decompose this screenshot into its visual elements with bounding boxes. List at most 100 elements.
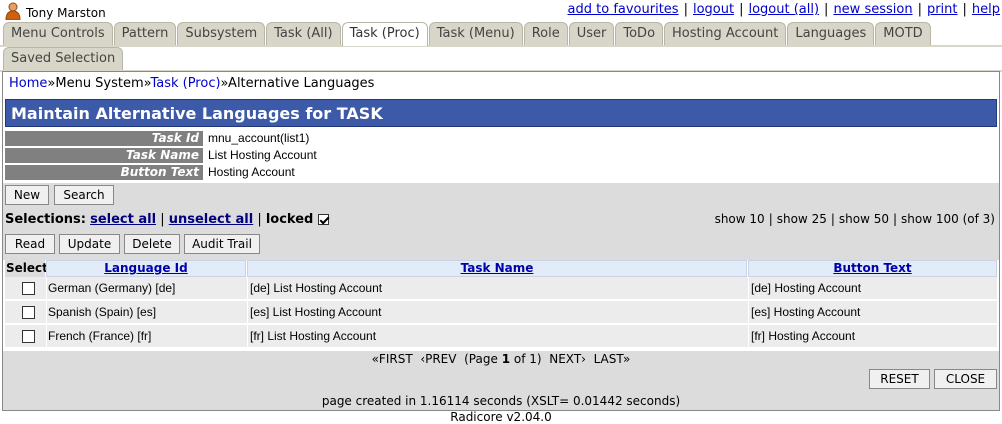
tab-row-2: Saved Selection	[3, 47, 124, 71]
user-name: Tony Marston	[26, 6, 106, 20]
tab-motd[interactable]: MOTD	[875, 22, 931, 45]
cell-button-text: [es] Hosting Account	[751, 305, 861, 319]
cell-divider	[748, 301, 749, 324]
tab-task-all[interactable]: Task (All)	[266, 22, 341, 45]
tab-pattern[interactable]: Pattern	[113, 22, 177, 45]
detail-button-text: Button Text Hosting Account	[5, 165, 997, 181]
column-header-task-name: Task Name	[247, 260, 747, 277]
tab-role[interactable]: Role	[523, 22, 568, 45]
new-button[interactable]: New	[5, 185, 49, 205]
record-count: (of 3)	[962, 212, 995, 226]
selections-bar: Selections: select all | unselect all | …	[3, 207, 999, 231]
tab-subsystem[interactable]: Subsystem	[177, 22, 266, 45]
cell-divider	[748, 325, 749, 348]
last-page-link[interactable]: LAST»	[594, 352, 631, 366]
detail-label: Task Name	[5, 148, 203, 163]
page-of-label: of	[513, 352, 526, 366]
cell-divider	[247, 301, 248, 324]
sort-language-id-link[interactable]: Language Id	[104, 261, 187, 275]
close-button[interactable]: CLOSE	[934, 369, 997, 389]
tab-user[interactable]: User	[568, 22, 615, 45]
breadcrumb-home[interactable]: Home	[9, 76, 47, 91]
cell-task-name: [fr] List Hosting Account	[250, 329, 377, 343]
cell-divider	[46, 301, 47, 324]
detail-label: Task Id	[5, 131, 203, 146]
table-row[interactable]: French (France) [fr] [fr] List Hosting A…	[5, 325, 997, 348]
breadcrumb-task-proc[interactable]: Task (Proc)	[150, 76, 220, 91]
tab-todo[interactable]: ToDo	[615, 22, 664, 45]
table-row[interactable]: German (Germany) [de] [de] List Hosting …	[5, 277, 997, 300]
cell-language: Spanish (Spain) [es]	[48, 305, 157, 319]
prev-page-link[interactable]: ‹PREV	[420, 352, 456, 366]
cell-language: French (France) [fr]	[48, 329, 152, 343]
new-session-link[interactable]: new session	[833, 2, 912, 17]
logout-link[interactable]: logout	[693, 2, 734, 17]
show-10-link[interactable]: show 10	[715, 212, 765, 226]
detail-value: List Hosting Account	[208, 148, 317, 162]
cell-divider	[46, 325, 47, 348]
audit-trail-button[interactable]: Audit Trail	[184, 234, 260, 254]
top-bar: Tony Marston add to favourites | logout | lo…	[0, 0, 1002, 22]
search-button[interactable]: Search	[54, 185, 114, 205]
show-50-link[interactable]: show 50	[839, 212, 889, 226]
cell-divider	[46, 277, 47, 300]
column-header-select: Select	[5, 260, 48, 277]
delete-button[interactable]: Delete	[124, 234, 180, 254]
first-page-link[interactable]: «FIRST	[372, 352, 413, 366]
breadcrumb-current: Alternative Languages	[228, 76, 375, 91]
tab-task-proc[interactable]: Task (Proc)	[341, 22, 428, 46]
page-label: (Page	[464, 352, 498, 366]
locked-label: locked	[265, 212, 314, 227]
tab-languages[interactable]: Languages	[787, 22, 875, 45]
page-timing-footer: page created in 1.16114 seconds (XSLT= 0…	[3, 392, 999, 410]
tab-saved-selection[interactable]: Saved Selection	[3, 47, 124, 70]
row-select-checkbox[interactable]	[22, 306, 35, 319]
column-header-language-id: Language Id	[46, 260, 246, 277]
main-frame: Home»Menu System»Task (Proc)»Alternative…	[2, 71, 1000, 411]
reset-button[interactable]: RESET	[869, 369, 930, 389]
help-link[interactable]: help	[972, 2, 1000, 17]
selections-label: Selections:	[5, 212, 86, 227]
select-all-link[interactable]: select all	[90, 212, 156, 227]
cell-language: German (Germany) [de]	[48, 281, 176, 295]
unselect-all-link[interactable]: unselect all	[169, 212, 253, 227]
cell-divider	[748, 277, 749, 300]
sort-button-text-link[interactable]: Button Text	[833, 261, 911, 275]
column-header-button-text: Button Text	[748, 260, 997, 277]
detail-value: mnu_account(list1)	[208, 131, 310, 145]
detail-task-id: Task Id mnu_account(list1)	[5, 131, 997, 147]
detail-label: Button Text	[5, 165, 203, 180]
cell-task-name: [de] List Hosting Account	[250, 281, 383, 295]
page-size-selector: show 10 | show 25 | show 50 | show 100 (of 3)	[714, 212, 995, 226]
tab-hosting-account[interactable]: Hosting Account	[664, 22, 787, 45]
cell-divider	[247, 277, 248, 300]
pagination: «FIRST ‹PREV (Page 1 of 1) NEXT› LAST»	[3, 351, 999, 367]
cell-button-text: [fr] Hosting Account	[751, 329, 856, 343]
row-select-checkbox[interactable]	[22, 282, 35, 295]
print-link[interactable]: print	[927, 2, 958, 17]
next-page-link[interactable]: NEXT›	[549, 352, 586, 366]
locked-checkbox[interactable]	[317, 214, 329, 225]
update-button[interactable]: Update	[59, 234, 120, 254]
show-100-link[interactable]: show 100	[901, 212, 959, 226]
breadcrumb-sep: »	[220, 76, 229, 91]
logout-all-link[interactable]: logout (all)	[748, 2, 819, 17]
table-row[interactable]: Spanish (Spain) [es] [es] List Hosting A…	[5, 301, 997, 324]
show-25-link[interactable]: show 25	[777, 212, 827, 226]
tab-menu-controls[interactable]: Menu Controls	[3, 22, 113, 45]
action-bar-bottom: RESET CLOSE	[3, 367, 999, 394]
sort-task-name-link[interactable]: Task Name	[461, 261, 534, 275]
add-to-favourites-link[interactable]: add to favourites	[568, 2, 679, 17]
action-bar-top: New Search	[3, 183, 999, 207]
tab-task-menu[interactable]: Task (Menu)	[428, 22, 523, 45]
row-select-checkbox[interactable]	[22, 330, 35, 343]
cell-task-name: [es] List Hosting Account	[250, 305, 382, 319]
breadcrumb: Home»Menu System»Task (Proc)»Alternative…	[9, 76, 374, 91]
selections: Selections: select all | unselect all | …	[5, 212, 329, 227]
tab-row-1: Menu Controls Pattern Subsystem Task (Al…	[3, 22, 932, 46]
action-bar-mid: Read Update Delete Audit Trail	[3, 231, 999, 260]
current-page: 1	[501, 352, 511, 366]
read-button[interactable]: Read	[5, 234, 55, 254]
top-links: add to favourites | logout | logout (all) | ne…	[567, 2, 1000, 17]
cell-button-text: [de] Hosting Account	[751, 281, 862, 295]
